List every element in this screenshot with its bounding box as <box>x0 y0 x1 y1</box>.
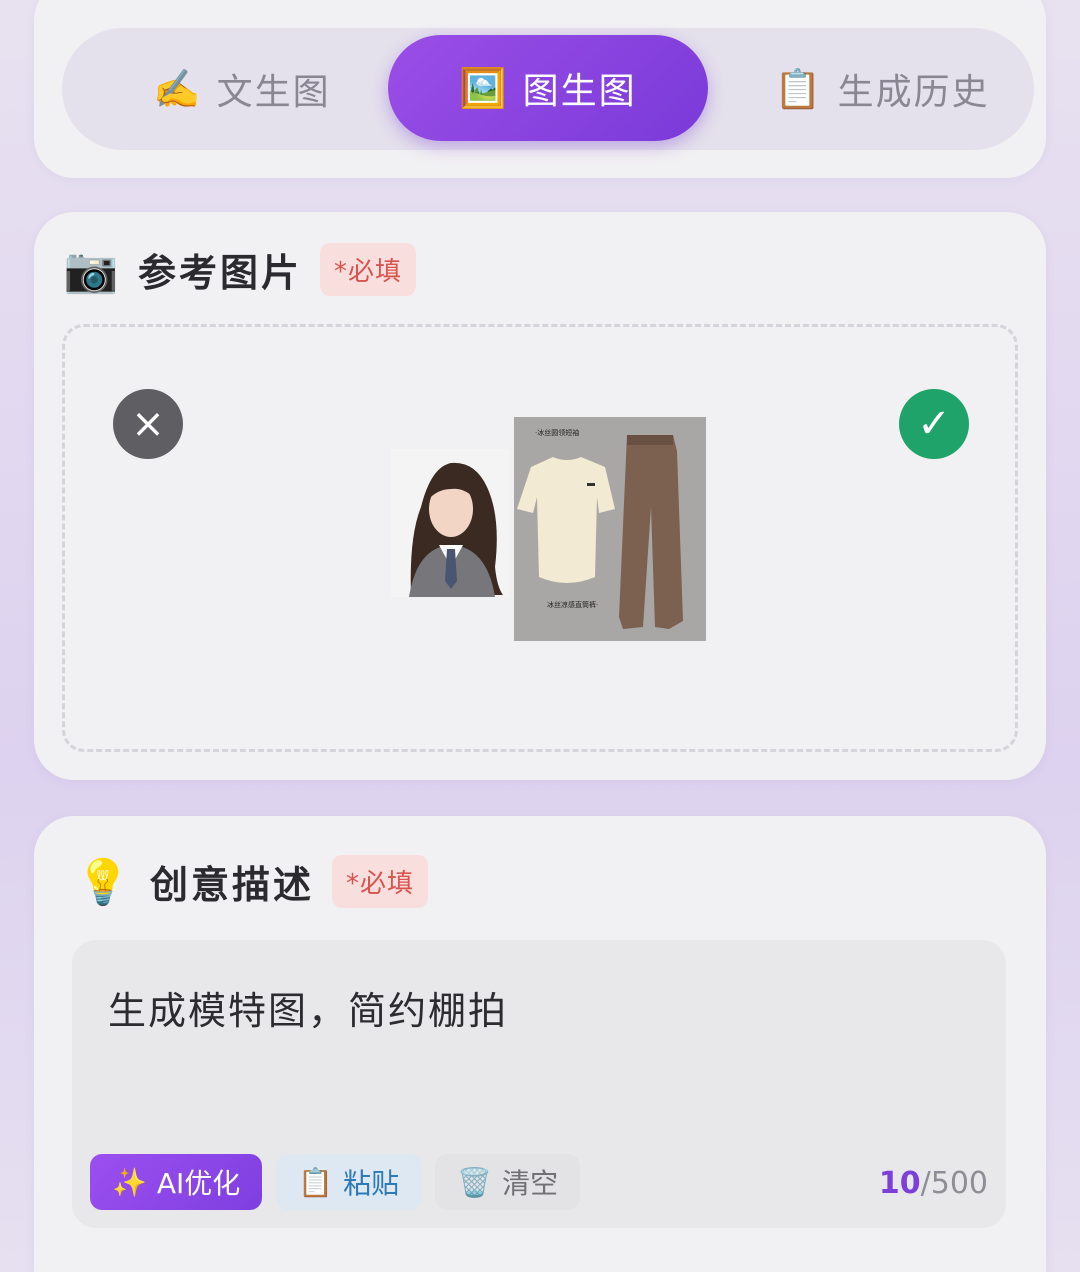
section-title: 参考图片 <box>138 251 303 295</box>
ai-optimize-button[interactable]: ✨ AI优化 <box>90 1154 263 1210</box>
tab-label: 图生图 <box>522 71 637 112</box>
framed-picture-icon: 🖼️ <box>459 65 509 110</box>
clear-button[interactable]: 🗑️ 清空 <box>435 1154 581 1210</box>
character-count-current: 10 <box>878 1166 921 1201</box>
character-count-max: /500 <box>920 1166 988 1201</box>
tab-history[interactable]: 📋 生成历史 <box>732 28 1032 150</box>
paste-button[interactable]: 📋 粘贴 <box>276 1154 422 1210</box>
button-label: AI优化 <box>156 1167 241 1200</box>
remove-image-button[interactable]: × <box>113 389 183 459</box>
portrait-photo <box>391 449 509 597</box>
mode-tabs: ✍️ 文生图 🖼️ 图生图 📋 生成历史 <box>62 28 1034 150</box>
button-label: 粘贴 <box>343 1167 400 1200</box>
trash-icon: 🗑️ <box>457 1165 493 1199</box>
clipboard-icon: 📋 <box>298 1165 334 1199</box>
section-header: 📷 参考图片 *必填 <box>62 242 417 297</box>
tab-label: 文生图 <box>216 72 331 113</box>
description-toolbar: ✨ AI优化 📋 粘贴 🗑️ 清空 <box>90 1154 581 1210</box>
check-icon: ✓ <box>917 401 951 447</box>
close-icon: × <box>131 401 165 447</box>
writing-hand-icon: ✍️ <box>153 66 203 111</box>
section-title: 创意描述 <box>150 863 315 907</box>
description-text[interactable]: 生成模特图，简约棚拍 <box>108 980 508 1035</box>
required-badge: *必填 <box>332 855 429 908</box>
camera-icon: 📷 <box>63 244 119 296</box>
tab-text-to-image[interactable]: ✍️ 文生图 <box>92 28 392 150</box>
description-card: 💡 创意描述 *必填 生成模特图，简约棚拍 ✨ AI优化 📋 粘贴 🗑️ 清空 … <box>34 816 1046 1272</box>
description-input[interactable]: 生成模特图，简约棚拍 ✨ AI优化 📋 粘贴 🗑️ 清空 10/500 <box>72 940 1006 1228</box>
character-counter: 10/500 <box>879 1166 988 1201</box>
tab-label: 生成历史 <box>837 72 990 113</box>
lightbulb-icon: 💡 <box>75 856 131 908</box>
button-label: 清空 <box>502 1167 559 1200</box>
required-badge: *必填 <box>320 243 417 296</box>
confirm-image-button[interactable]: ✓ <box>899 389 969 459</box>
section-header: 💡 创意描述 *必填 <box>74 854 429 909</box>
image-upload-area[interactable]: × ✓ ·冰丝圆领短袖 冰丝凉感直筒裤· <box>62 324 1018 752</box>
sparkles-icon: ✨ <box>112 1165 147 1199</box>
reference-image-card: 📷 参考图片 *必填 × ✓ ·冰丝圆领短袖 冰丝凉感直筒裤· <box>34 212 1046 780</box>
clipboard-icon: 📋 <box>774 66 824 111</box>
svg-text:冰丝凉感直筒裤·: 冰丝凉感直筒裤· <box>547 600 598 609</box>
clothing-product-card: ·冰丝圆领短袖 冰丝凉感直筒裤· <box>514 417 706 641</box>
mode-tabs-card: ✍️ 文生图 🖼️ 图生图 📋 生成历史 <box>34 0 1046 178</box>
tab-image-to-image[interactable]: 🖼️ 图生图 <box>388 35 708 141</box>
svg-text:·冰丝圆领短袖: ·冰丝圆领短袖 <box>535 428 579 437</box>
reference-image-preview: ·冰丝圆领短袖 冰丝凉感直筒裤· <box>391 417 706 641</box>
